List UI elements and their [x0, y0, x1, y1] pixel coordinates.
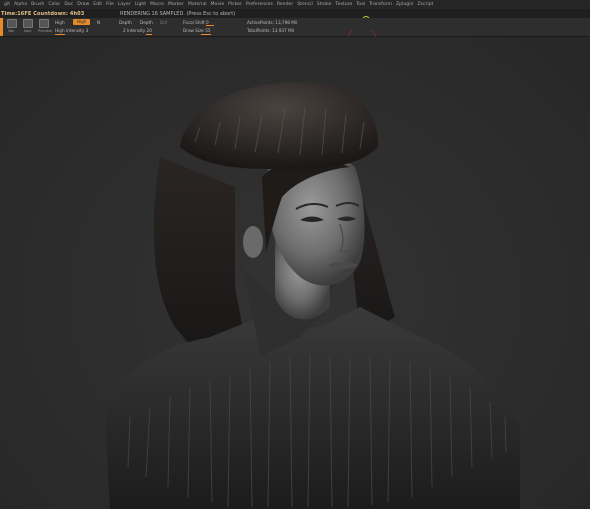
intensity-fill — [146, 34, 152, 35]
bpr-icon — [6, 19, 17, 28]
draw-size-fill — [201, 34, 211, 35]
menu-item[interactable]: Tool — [356, 2, 365, 7]
spix-button[interactable]: Spix — [22, 19, 33, 35]
high-intensity-slider[interactable]: High Intensity 3 — [55, 28, 88, 33]
render-figure — [105, 82, 520, 509]
menu-item[interactable]: Texture — [335, 2, 352, 7]
toolbar-accent-marker — [0, 18, 3, 36]
fur-coat — [105, 307, 520, 509]
focal-shift-slider[interactable]: Focal Shift 0 — [183, 20, 209, 25]
menu-item[interactable]: Brush — [31, 2, 44, 7]
dof-toggle[interactable]: Dof — [160, 20, 167, 25]
menu-item[interactable]: git — [4, 2, 10, 7]
menu-item[interactable]: Draw — [77, 2, 89, 7]
render-status-message: RENDERING 16 SAMPLED. (Press Esc to abor… — [120, 11, 236, 17]
draw-size-slider[interactable]: Draw Size 55 — [183, 28, 211, 33]
quality-toggle[interactable]: High — [73, 19, 91, 25]
menu-item[interactable]: Layer — [118, 2, 131, 7]
quality-label: High — [55, 20, 65, 25]
focal-shift-fill — [206, 25, 214, 26]
intensity-slider[interactable]: 2 Intensity 20 — [123, 28, 152, 33]
menu-item[interactable]: Marker — [168, 2, 184, 7]
menu-item[interactable]: File — [106, 2, 114, 7]
preview-icon — [38, 19, 49, 28]
menu-item[interactable]: Render — [277, 2, 293, 7]
depth-label: Depth — [119, 20, 132, 25]
menu-item[interactable]: Doc — [64, 2, 73, 7]
menu-item[interactable]: Material — [188, 2, 207, 7]
menu-item[interactable]: Zscript — [417, 2, 433, 7]
menu-item[interactable]: Movie — [211, 2, 225, 7]
menu-item[interactable]: Stroke — [317, 2, 332, 7]
high-intensity-fill — [55, 34, 65, 35]
active-points-readout: ActivePoints: 13,798 Mil — [247, 20, 298, 25]
depth-toggle[interactable]: Depth — [140, 20, 153, 25]
menu-item[interactable]: Zplugin — [396, 2, 413, 7]
menu-item[interactable]: Stencil — [297, 2, 313, 7]
preview-button[interactable]: Preview — [38, 19, 52, 35]
render-timer: Time:16FE Countdown: 4h03 — [1, 11, 85, 17]
total-points-readout: TotalPoints: 13,937 Mil — [247, 28, 295, 33]
menu-item[interactable]: Light — [135, 2, 146, 7]
status-bar: Time:16FE Countdown: 4h03 RENDERING 16 S… — [0, 9, 590, 24]
menu-item[interactable]: Picker — [228, 2, 242, 7]
menu-item[interactable]: Edit — [93, 2, 102, 7]
bpr-button[interactable]: Bpr — [6, 19, 17, 35]
zbrush-window: git Alpha Brush Color Doc Draw Edit File Layer Li… — [0, 0, 590, 509]
menu-item[interactable]: Preferences — [246, 2, 273, 7]
menu-bar: git Alpha Brush Color Doc Draw Edit File Layer Li… — [0, 0, 590, 9]
fur-hat — [180, 82, 379, 170]
quality-tail: N — [97, 20, 101, 25]
top-toolbar: Bpr Spix Preview High High N High Intens… — [0, 18, 590, 37]
ear — [243, 226, 263, 258]
menu-item[interactable]: Alpha — [14, 2, 27, 7]
menu-item[interactable]: Color — [48, 2, 60, 7]
menu-item[interactable]: Transform — [369, 2, 392, 7]
spix-icon — [22, 19, 33, 28]
menu-item[interactable]: Macro — [150, 2, 164, 7]
render-viewport[interactable] — [0, 37, 590, 509]
